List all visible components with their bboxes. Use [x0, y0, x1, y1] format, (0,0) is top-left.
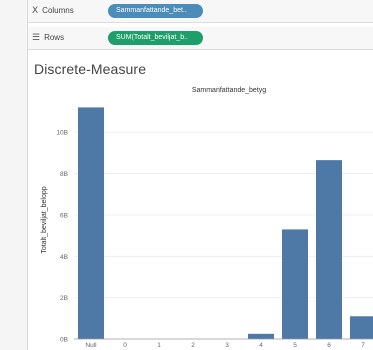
- bar[interactable]: [282, 229, 308, 339]
- bar-chart: Sammanfattande_betyg Totalt_beviljat_bel…: [41, 87, 373, 349]
- y-tick-label: 0B: [60, 337, 68, 344]
- x-tick-label: 4: [259, 342, 263, 349]
- y-axis-ticks: 0B 2B 4B 6B 8B 10B: [56, 130, 68, 344]
- chart-title: Sammanfattande_betyg: [192, 87, 266, 94]
- x-tick-label: 7: [361, 342, 365, 349]
- bar[interactable]: [248, 333, 274, 339]
- x-tick-label: 0: [123, 342, 127, 349]
- x-tick-label: 5: [293, 342, 297, 349]
- y-tick-label: 4B: [60, 254, 68, 261]
- bar[interactable]: [316, 160, 342, 339]
- y-tick-label: 6B: [60, 212, 68, 219]
- x-tick-label: 1: [157, 342, 161, 349]
- y-tick-label: 8B: [60, 171, 68, 178]
- x-tick-label: 2: [191, 342, 195, 349]
- x-tick-label: Null: [85, 342, 97, 349]
- bars: [78, 107, 373, 340]
- y-axis-label: Totalt_beviljat_belopp: [41, 186, 48, 253]
- bar[interactable]: [78, 107, 104, 340]
- bar[interactable]: [350, 316, 373, 339]
- x-axis-ticks: Null 0 1 2 3 4 5 6 7: [85, 342, 365, 349]
- x-tick-label: 6: [327, 342, 331, 349]
- y-tick-label: 2B: [60, 295, 68, 302]
- y-tick-label: 10B: [56, 130, 68, 137]
- x-tick-label: 3: [225, 342, 229, 349]
